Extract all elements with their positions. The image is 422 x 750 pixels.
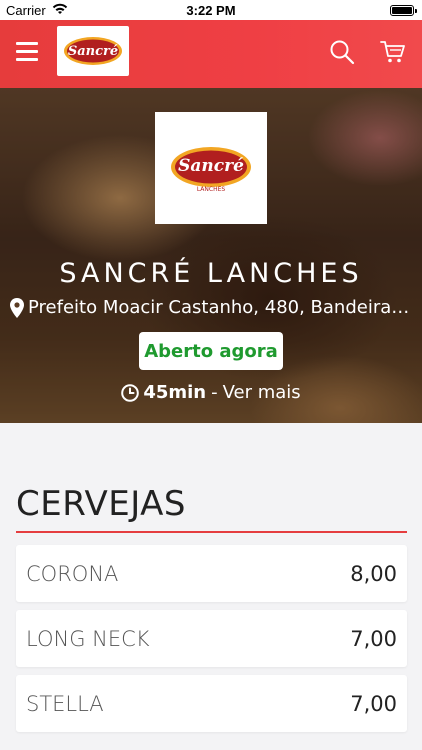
- clock-time: 3:22 PM: [186, 3, 236, 18]
- menu-section-title: CERVEJAS: [16, 484, 186, 524]
- restaurant-name: SANCRÉ LANCHES: [59, 258, 363, 289]
- cart-icon[interactable]: [380, 39, 406, 65]
- svg-text:LANCHES: LANCHES: [197, 186, 226, 193]
- hamburger-menu-icon[interactable]: [16, 42, 38, 64]
- menu-item-price: 7,00: [350, 691, 397, 716]
- restaurant-hero-banner: Sancré LANCHES SANCRÉ LANCHES Prefeito M…: [0, 88, 422, 423]
- address-row: Prefeito Moacir Castanho, 480, Bandeiran…: [10, 297, 414, 318]
- section-divider: [16, 531, 407, 533]
- status-bar: Carrier 3:22 PM: [0, 0, 422, 20]
- see-more-link[interactable]: Ver mais: [223, 382, 301, 403]
- menu-item-name: CORONA: [26, 561, 119, 586]
- menu-item[interactable]: LONG NECK 7,00: [16, 610, 407, 667]
- sancre-logo-mark: Sancré: [64, 37, 122, 65]
- brand-logo[interactable]: Sancré: [57, 26, 129, 76]
- menu-item-price: 8,00: [350, 561, 397, 586]
- clock-icon: [121, 383, 140, 402]
- search-icon[interactable]: [329, 39, 355, 65]
- menu-item[interactable]: STELLA 7,00: [16, 675, 407, 732]
- separator: -: [211, 382, 218, 403]
- menu-item-name: LONG NECK: [26, 626, 150, 651]
- menu-item-name: STELLA: [26, 691, 104, 716]
- delivery-time-row: 45min - Ver mais: [0, 382, 422, 403]
- delivery-duration: 45min: [143, 382, 207, 403]
- battery-icon: [390, 5, 417, 16]
- menu-item[interactable]: CORONA 8,00: [16, 545, 407, 602]
- top-navbar: Sancré: [0, 20, 422, 88]
- svg-text:Sancré: Sancré: [178, 156, 244, 176]
- location-pin-icon: [10, 297, 24, 318]
- restaurant-address: Prefeito Moacir Castanho, 480, Bandeiran…: [28, 297, 414, 318]
- restaurant-logo: Sancré LANCHES: [155, 112, 267, 224]
- sancre-logo-large: Sancré LANCHES: [171, 147, 251, 193]
- svg-text:Sancré: Sancré: [68, 44, 118, 59]
- open-status-badge: Aberto agora: [139, 332, 283, 370]
- menu-item-price: 7,00: [350, 626, 397, 651]
